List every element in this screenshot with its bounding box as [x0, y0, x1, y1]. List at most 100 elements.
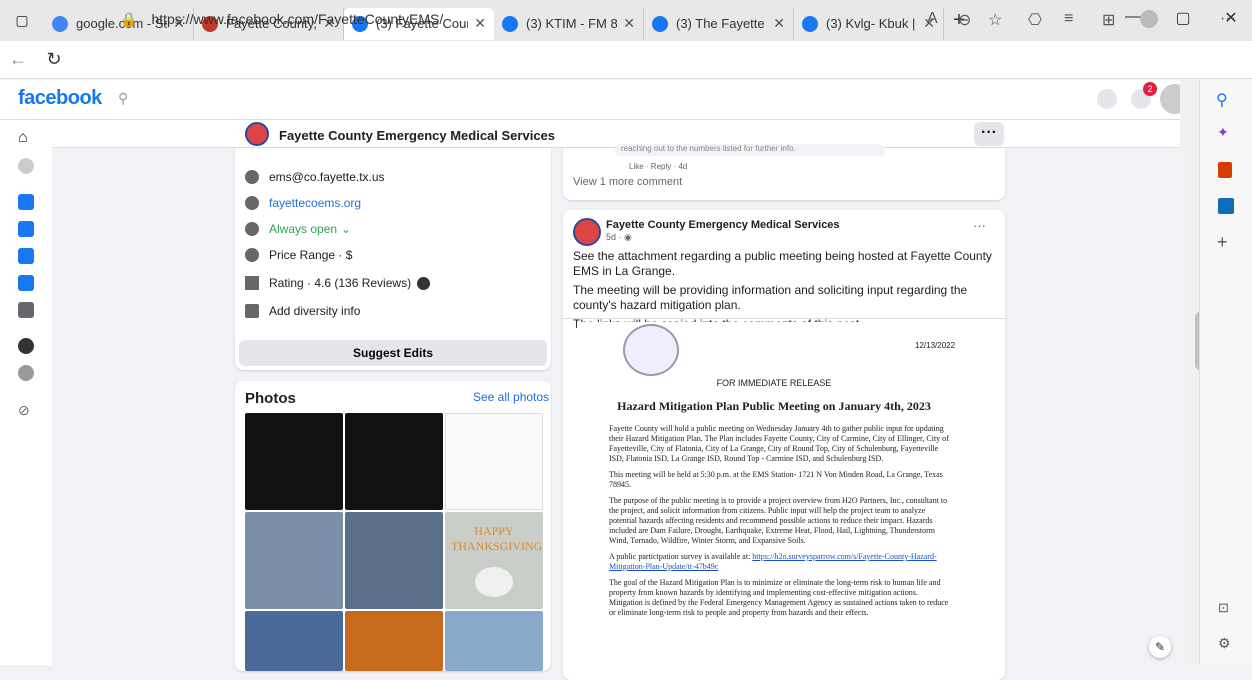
- friends-icon[interactable]: [18, 365, 34, 381]
- suggest-edits-button[interactable]: Suggest Edits: [239, 340, 547, 366]
- previous-post-card: reaching out to the numbers listed for f…: [563, 144, 1005, 200]
- favorite-icon[interactable]: ☆: [988, 10, 1002, 30]
- page-name[interactable]: Fayette County Emergency Medical Service…: [279, 128, 555, 143]
- back-icon[interactable]: ←: [0, 49, 36, 70]
- view-more-comments[interactable]: View 1 more comment: [573, 176, 682, 188]
- photo-thumbnail[interactable]: [245, 611, 343, 671]
- attachment-image[interactable]: 12/13/2022 FOR IMMEDIATE RELEASE Hazard …: [577, 322, 971, 662]
- watch-icon[interactable]: [18, 194, 34, 210]
- pumpkin-image: [475, 567, 513, 597]
- page-avatar[interactable]: [245, 122, 269, 146]
- mail-icon: [245, 170, 259, 184]
- email-row[interactable]: ems@co.fayette.tx.us: [245, 170, 385, 184]
- zoom-icon[interactable]: ⊖: [958, 10, 971, 30]
- groups-icon[interactable]: [18, 221, 34, 237]
- favorites-icon[interactable]: ≡: [1064, 10, 1073, 28]
- post-time[interactable]: 5d · ◉: [606, 232, 632, 243]
- office-icon[interactable]: [1218, 162, 1232, 178]
- menu-grid-icon[interactable]: [18, 302, 34, 318]
- rating-row[interactable]: Rating · 4.6 (136 Reviews): [245, 276, 431, 290]
- compose-icon[interactable]: ✎: [1149, 636, 1171, 658]
- home-icon[interactable]: ⌂: [18, 130, 34, 146]
- post-time-text: 5d ·: [606, 232, 625, 242]
- photo-thumbnail[interactable]: [245, 512, 343, 609]
- search-icon[interactable]: ⚲: [118, 90, 128, 107]
- page-scrollbar[interactable]: [1180, 80, 1199, 665]
- info-icon[interactable]: [417, 276, 431, 290]
- photo-thumbnail[interactable]: [445, 611, 543, 671]
- url-field[interactable]: 🔒 https://www.facebook.com/FayetteCounty…: [120, 5, 810, 33]
- profile-icon[interactable]: [1140, 10, 1158, 28]
- link-icon[interactable]: ⊘: [18, 402, 34, 418]
- read-aloud-icon[interactable]: A: [927, 10, 938, 28]
- thumbnail-caption: HAPPY THANKSGIVING!: [451, 524, 543, 553]
- page-avatar-icon[interactable]: [18, 338, 34, 354]
- add-icon[interactable]: +: [1217, 232, 1228, 253]
- doc-survey-prefix: A public participation survey is availab…: [609, 552, 753, 561]
- doc-paragraph: Fayette County will hold a public meetin…: [609, 424, 949, 463]
- lock-icon: 🔒: [120, 10, 138, 27]
- post-author[interactable]: Fayette County Emergency Medical Service…: [606, 219, 840, 231]
- sidebar-toggle-icon[interactable]: ⊡: [1218, 600, 1229, 616]
- doc-paragraph: The goal of the Hazard Mitigation Plan i…: [609, 578, 949, 617]
- post-paragraph: See the attachment regarding a public me…: [573, 249, 992, 278]
- gear-icon[interactable]: ⚙: [1218, 635, 1231, 652]
- photo-thumbnail[interactable]: [345, 413, 443, 510]
- clock-icon: [245, 222, 259, 236]
- url-text: https://www.facebook.com/FayetteCountyEM…: [151, 11, 444, 27]
- website-link[interactable]: fayettecoems.org: [269, 196, 361, 210]
- browser-tab[interactable]: (3) Kvlg- Kbuk | Face✕: [794, 7, 944, 40]
- profile-icon[interactable]: [18, 158, 34, 174]
- email-text: ems@co.fayette.tx.us: [269, 170, 385, 184]
- doc-paragraph: A public participation survey is availab…: [609, 552, 949, 572]
- maximize-button[interactable]: ▢: [1168, 8, 1198, 28]
- search-icon[interactable]: ⚲: [1216, 90, 1228, 110]
- hours-row[interactable]: Always open ⌄: [245, 222, 351, 236]
- price-icon: [245, 248, 259, 262]
- county-seal: [623, 324, 679, 376]
- settings-menu-icon[interactable]: ···: [1220, 10, 1236, 28]
- tab-favicon: [52, 15, 68, 32]
- facebook-logo[interactable]: facebook: [18, 87, 102, 110]
- comment-bubble: reaching out to the numbers listed for f…: [615, 144, 885, 156]
- discover-icon[interactable]: ✦: [1217, 124, 1229, 141]
- post-author-avatar[interactable]: [573, 218, 601, 246]
- photo-thumbnail[interactable]: [245, 413, 343, 510]
- like-link[interactable]: Like: [629, 162, 644, 171]
- reply-link[interactable]: Reply: [651, 162, 671, 171]
- post-more-button[interactable]: ···: [973, 218, 986, 233]
- tab-actions-icon[interactable]: ▢: [0, 12, 44, 29]
- doc-headline: Hazard Mitigation Plan Public Meeting on…: [617, 399, 931, 413]
- outlook-icon[interactable]: [1218, 198, 1234, 214]
- globe-icon: ◉: [624, 232, 632, 242]
- refresh-icon[interactable]: ↻: [36, 49, 72, 70]
- photo-thumbnail[interactable]: [345, 512, 443, 609]
- photo-thumbnail[interactable]: [345, 611, 443, 671]
- extensions-icon[interactable]: ⎔: [1028, 10, 1042, 30]
- star-icon: [245, 276, 259, 290]
- collections-icon[interactable]: ⊞: [1102, 10, 1115, 30]
- photos-card: Photos See all photos HAPPY THANKSGIVING…: [235, 381, 551, 671]
- post-card: Fayette County Emergency Medical Service…: [563, 210, 1005, 680]
- diversity-text: Add diversity info: [269, 304, 361, 318]
- facebook-header: facebook ⚲ 2: [0, 80, 1199, 120]
- photos-title: Photos: [245, 390, 296, 407]
- photo-thumbnail[interactable]: HAPPY THANKSGIVING!: [445, 512, 543, 609]
- page-more-button[interactable]: ···: [974, 122, 1004, 146]
- gaming-icon[interactable]: [18, 275, 34, 291]
- comment-time: 4d: [678, 162, 688, 171]
- diversity-row[interactable]: Add diversity info: [245, 304, 360, 318]
- marketplace-icon[interactable]: [18, 248, 34, 264]
- see-all-photos-link[interactable]: See all photos: [473, 390, 549, 404]
- doc-release: FOR IMMEDIATE RELEASE: [716, 378, 832, 388]
- doc-date: 12/13/2022: [915, 341, 956, 350]
- photo-thumbnail[interactable]: [445, 413, 543, 510]
- left-nav-rail: ⌂ ⊘: [0, 120, 52, 665]
- price-text: Price Range · $: [269, 248, 353, 262]
- website-row[interactable]: fayettecoems.org: [245, 196, 361, 210]
- address-toolbar: ← ↻: [0, 41, 1252, 79]
- price-row: Price Range · $: [245, 248, 352, 262]
- chevron-down-icon: ⌄: [341, 222, 352, 236]
- post-body: See the attachment regarding a public me…: [573, 249, 998, 332]
- messenger-icon[interactable]: [1097, 89, 1117, 109]
